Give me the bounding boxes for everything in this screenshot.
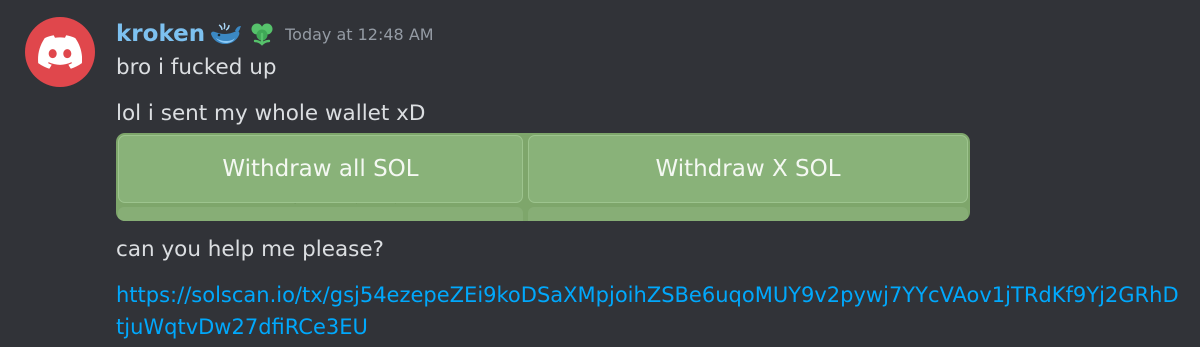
avatar[interactable] xyxy=(25,17,95,87)
image-attachment[interactable]: Withdraw all SOL Withdraw X SOL xyxy=(116,133,970,221)
withdraw-x-sol-button[interactable]: Withdraw X SOL xyxy=(528,135,968,203)
username[interactable]: kroken xyxy=(116,21,205,47)
message-timestamp[interactable]: Today at 12:48 AM xyxy=(285,25,433,44)
clover-role-icon[interactable] xyxy=(247,20,277,48)
whale-emoji-icon[interactable] xyxy=(209,21,243,47)
discord-logo-icon xyxy=(38,35,82,69)
chat-message: kroken Today at 12:48 AM bro i fucked up… xyxy=(0,0,1200,347)
message-text-line: bro i fucked up xyxy=(116,55,277,80)
withdraw-all-sol-button[interactable]: Withdraw all SOL xyxy=(118,135,523,203)
attachment-button-row xyxy=(528,207,968,221)
message-text-line: lol i sent my whole wallet xD xyxy=(116,101,426,126)
message-text-line: can you help me please? xyxy=(116,237,384,262)
attachment-button-row xyxy=(118,207,523,221)
message-header: kroken Today at 12:48 AM xyxy=(116,16,434,52)
solscan-link[interactable]: https://solscan.io/tx/gsj54ezepeZEi9koDS… xyxy=(116,279,1186,343)
